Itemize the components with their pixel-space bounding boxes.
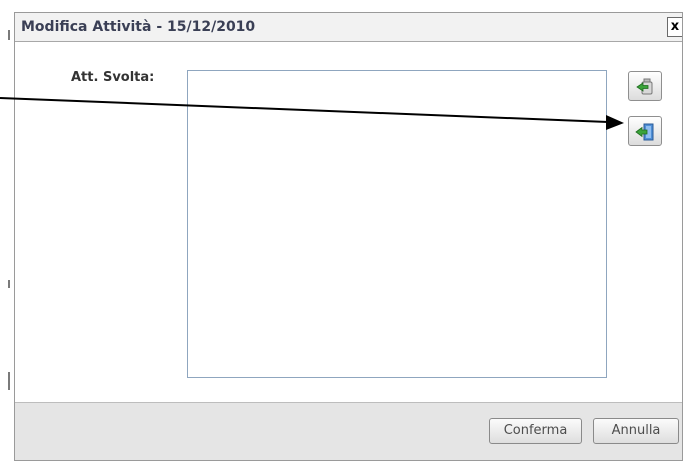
cancel-button[interactable]: Annulla	[593, 418, 679, 444]
background-edge	[0, 0, 14, 461]
close-button[interactable]: x	[667, 17, 682, 37]
dialog-body: Att. Svolta:	[15, 42, 682, 404]
edge-mark	[8, 280, 10, 288]
dialog-footer: Conferma Annulla	[15, 402, 682, 460]
edge-mark	[8, 372, 10, 390]
att-svolta-label: Att. Svolta:	[71, 70, 155, 85]
dialog-titlebar[interactable]: Modifica Attività - 15/12/2010 x	[15, 13, 682, 42]
edge-mark	[8, 30, 10, 40]
edit-activity-dialog: Modifica Attività - 15/12/2010 x Att. Sv…	[14, 12, 683, 461]
recycle-icon	[636, 78, 653, 95]
import-icon	[635, 123, 654, 141]
import-button[interactable]	[628, 116, 662, 146]
att-svolta-textarea[interactable]	[187, 70, 607, 378]
dialog-title: Modifica Attività - 15/12/2010	[21, 19, 256, 35]
recycle-button[interactable]	[628, 71, 662, 101]
confirm-button[interactable]: Conferma	[489, 418, 582, 444]
